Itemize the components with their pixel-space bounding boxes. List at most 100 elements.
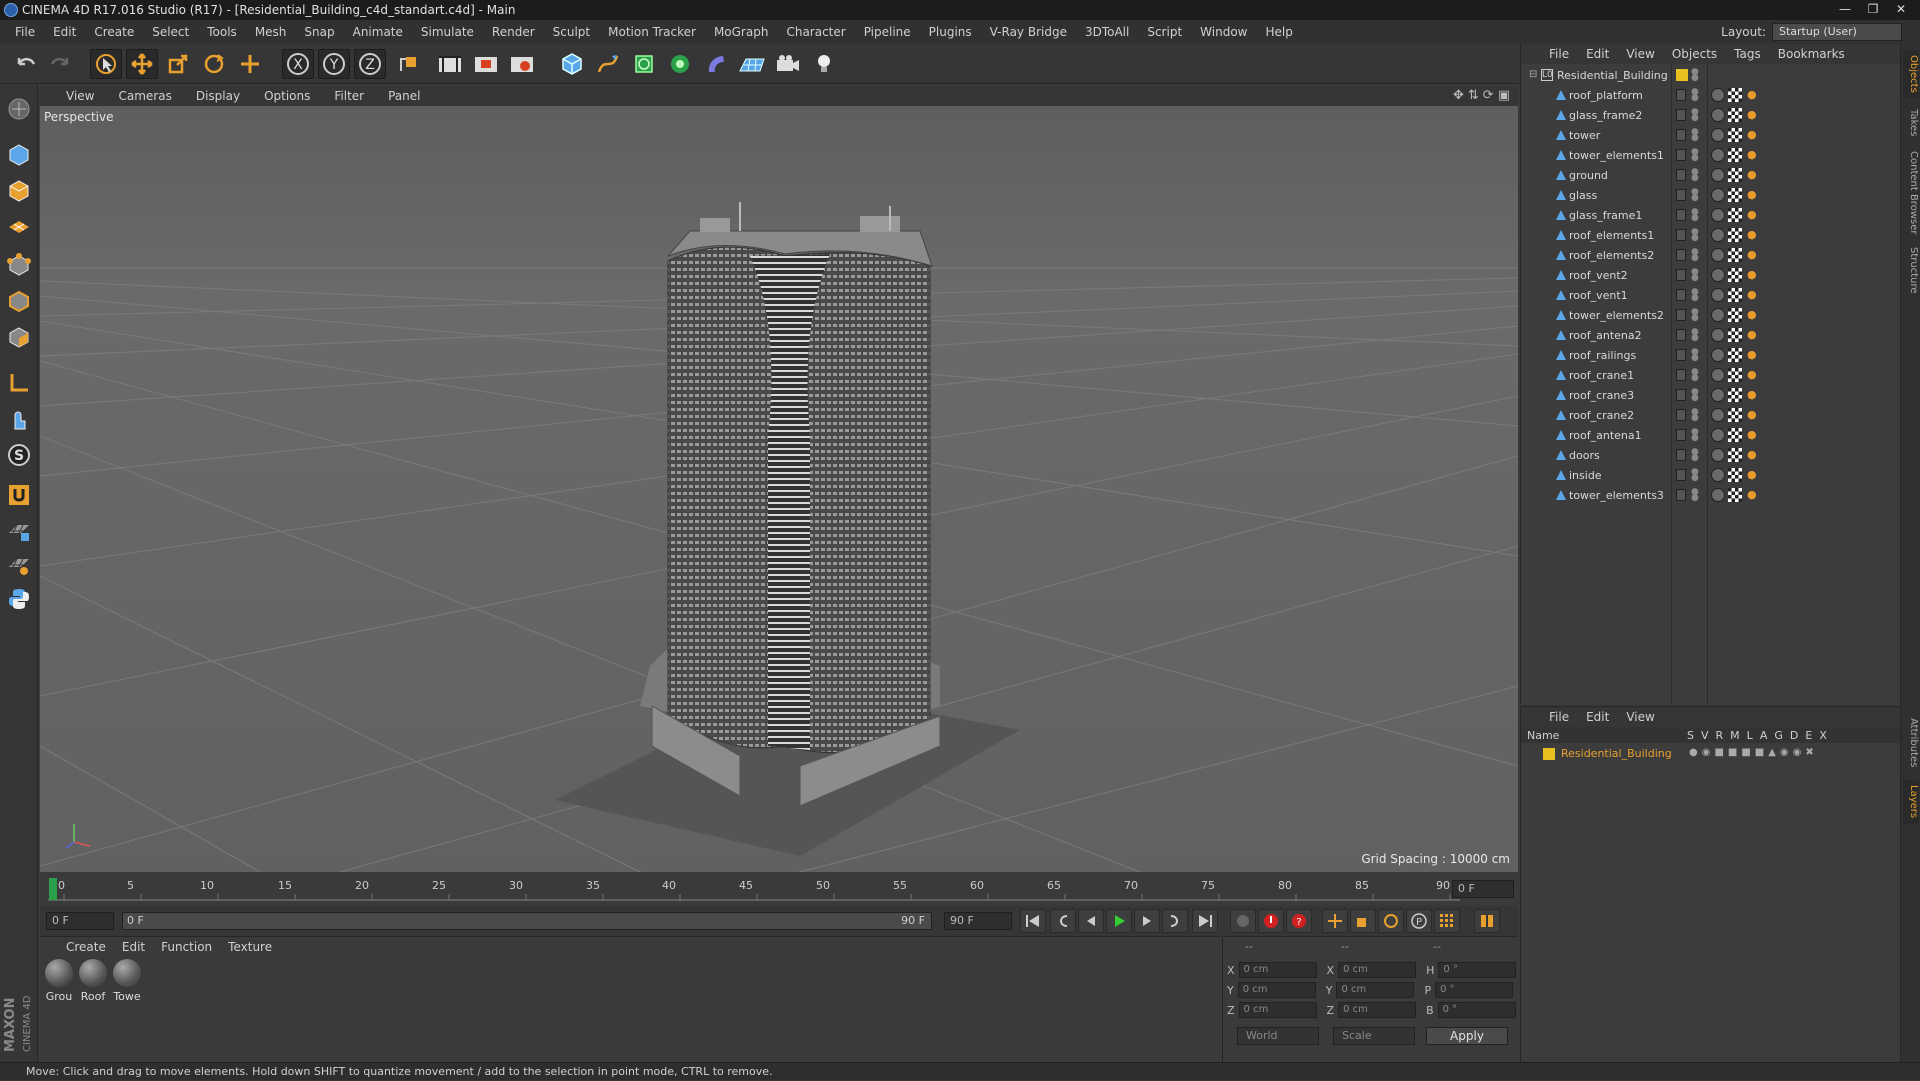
- texture-tag-icon[interactable]: [1728, 208, 1742, 222]
- visibility-dots[interactable]: ● ●: [1691, 168, 1699, 183]
- visibility-dots[interactable]: ● ●: [1691, 128, 1699, 143]
- menu-simulate[interactable]: Simulate: [412, 20, 483, 44]
- visibility-dots[interactable]: ● ●: [1691, 248, 1699, 263]
- layer-toggle[interactable]: [1676, 389, 1686, 401]
- key-parameter-icon[interactable]: P: [1406, 909, 1432, 933]
- snapping-icon[interactable]: S: [4, 440, 34, 470]
- object-row[interactable]: tower_elements1 ● ● ●: [1521, 146, 1901, 166]
- texture-tag-icon[interactable]: [1728, 288, 1742, 302]
- phong-tag-icon[interactable]: [1711, 248, 1725, 262]
- locked-workplane-icon[interactable]: [4, 516, 34, 546]
- texture-tag-icon[interactable]: [1728, 228, 1742, 242]
- menu-edit[interactable]: Edit: [44, 20, 85, 44]
- menu-script[interactable]: Script: [1138, 20, 1191, 44]
- texture-tag-icon[interactable]: [1728, 188, 1742, 202]
- material-menu-function[interactable]: Function: [161, 940, 212, 954]
- menu-file[interactable]: File: [6, 20, 44, 44]
- visibility-dots[interactable]: ● ●: [1691, 308, 1699, 323]
- playhead[interactable]: [49, 878, 57, 900]
- object-row[interactable]: inside ● ● ●: [1521, 466, 1901, 486]
- tab-attributes[interactable]: Attributes: [1903, 714, 1919, 772]
- phong-tag-icon[interactable]: [1711, 408, 1725, 422]
- viewport-menu-view[interactable]: View: [54, 89, 106, 103]
- material-tag-icon[interactable]: ●: [1747, 328, 1759, 342]
- material-swatch[interactable]: Roof: [78, 959, 108, 1003]
- object-row[interactable]: roof_elements1 ● ● ●: [1521, 226, 1901, 246]
- floor-icon[interactable]: [736, 49, 768, 79]
- texture-tag-icon[interactable]: [1728, 368, 1742, 382]
- menu-select[interactable]: Select: [143, 20, 198, 44]
- object-row[interactable]: roof_elements2 ● ● ●: [1521, 246, 1901, 266]
- x-axis-lock-icon[interactable]: X: [282, 49, 314, 79]
- object-row[interactable]: roof_railings ● ● ●: [1521, 346, 1901, 366]
- material-tag-icon[interactable]: ●: [1747, 488, 1759, 502]
- frame-range-slider[interactable]: 0 F 90 F: [122, 912, 932, 930]
- phong-tag-icon[interactable]: [1711, 448, 1725, 462]
- magnet-icon[interactable]: [4, 480, 34, 510]
- visibility-dots[interactable]: ● ●: [1691, 388, 1699, 403]
- transform-tool-icon[interactable]: [234, 49, 266, 79]
- texture-tag-icon[interactable]: [1728, 88, 1742, 102]
- object-row[interactable]: glass_frame2 ● ● ●: [1521, 106, 1901, 126]
- layer-toggle[interactable]: [1676, 409, 1686, 421]
- z-axis-lock-icon[interactable]: Z: [354, 49, 386, 79]
- phong-tag-icon[interactable]: [1711, 88, 1725, 102]
- material-tag-icon[interactable]: ●: [1747, 408, 1759, 422]
- position-z-field[interactable]: 0 cm: [1238, 1002, 1317, 1018]
- visibility-dots[interactable]: ● ●: [1691, 448, 1699, 463]
- go-to-start-icon[interactable]: [1020, 909, 1046, 933]
- cloner-icon[interactable]: [664, 49, 696, 79]
- visibility-dots[interactable]: ● ●: [1691, 188, 1699, 203]
- phong-tag-icon[interactable]: [1711, 348, 1725, 362]
- phong-tag-icon[interactable]: [1711, 428, 1725, 442]
- object-row[interactable]: roof_vent2 ● ● ●: [1521, 266, 1901, 286]
- object-row[interactable]: roof_antena2 ● ● ●: [1521, 326, 1901, 346]
- apply-button[interactable]: Apply: [1426, 1027, 1508, 1045]
- scale-tool-icon[interactable]: [162, 49, 194, 79]
- rotation-h-field[interactable]: 0 °: [1438, 962, 1517, 978]
- key-point-level-icon[interactable]: [1434, 909, 1460, 933]
- object-row[interactable]: doors ● ● ●: [1521, 446, 1901, 466]
- record-off-icon[interactable]: [1230, 909, 1256, 933]
- timeline-window-icon[interactable]: [1474, 909, 1500, 933]
- texture-tag-icon[interactable]: [1728, 348, 1742, 362]
- next-frame-icon[interactable]: [1134, 909, 1160, 933]
- layer-toggle[interactable]: [1676, 329, 1686, 341]
- tab-objects[interactable]: Objects: [1903, 50, 1919, 98]
- material-tag-icon[interactable]: ●: [1747, 108, 1759, 122]
- rotate-tool-icon[interactable]: [198, 49, 230, 79]
- coordinate-system-icon[interactable]: [392, 49, 424, 79]
- material-tag-icon[interactable]: ●: [1747, 188, 1759, 202]
- object-row[interactable]: roof_crane2 ● ● ●: [1521, 406, 1901, 426]
- next-key-icon[interactable]: [1162, 909, 1188, 933]
- texture-tag-icon[interactable]: [1728, 268, 1742, 282]
- size-y-field[interactable]: 0 cm: [1336, 982, 1415, 998]
- object-menu-edit[interactable]: Edit: [1586, 47, 1609, 61]
- layer-menu-view[interactable]: View: [1626, 710, 1654, 724]
- layer-menu-edit[interactable]: Edit: [1586, 710, 1609, 724]
- object-row[interactable]: glass_frame1 ● ● ●: [1521, 206, 1901, 226]
- viewport-menu-filter[interactable]: Filter: [322, 89, 376, 103]
- object-menu-tags[interactable]: Tags: [1734, 47, 1761, 61]
- render-settings-icon[interactable]: [506, 49, 538, 79]
- material-swatch[interactable]: Grou: [44, 959, 74, 1003]
- layer-toggle[interactable]: [1676, 129, 1686, 141]
- layout-select[interactable]: Startup (User): [1772, 23, 1902, 41]
- viewport-zoom-icon[interactable]: ⇅: [1468, 88, 1479, 103]
- layer-toggle-icons[interactable]: ●◉■■■■▲◉◉✖: [1689, 747, 1818, 758]
- menu-motion-tracker[interactable]: Motion Tracker: [599, 20, 705, 44]
- position-x-field[interactable]: 0 cm: [1238, 962, 1317, 978]
- visibility-dots[interactable]: ● ●: [1691, 488, 1699, 503]
- live-selection-icon[interactable]: [90, 49, 122, 79]
- visibility-dots[interactable]: ● ●: [1691, 408, 1699, 423]
- phong-tag-icon[interactable]: [1711, 128, 1725, 142]
- size-x-field[interactable]: 0 cm: [1338, 962, 1417, 978]
- material-tag-icon[interactable]: ●: [1747, 88, 1759, 102]
- coordinate-space-select[interactable]: World: [1237, 1027, 1319, 1045]
- menu-character[interactable]: Character: [777, 20, 854, 44]
- object-root-row[interactable]: ⊟ L0 Residential_Building ● ●: [1521, 66, 1901, 86]
- object-row[interactable]: tower_elements3 ● ● ●: [1521, 486, 1901, 506]
- phong-tag-icon[interactable]: [1711, 228, 1725, 242]
- material-tag-icon[interactable]: ●: [1747, 148, 1759, 162]
- visibility-dots[interactable]: ● ●: [1691, 88, 1699, 103]
